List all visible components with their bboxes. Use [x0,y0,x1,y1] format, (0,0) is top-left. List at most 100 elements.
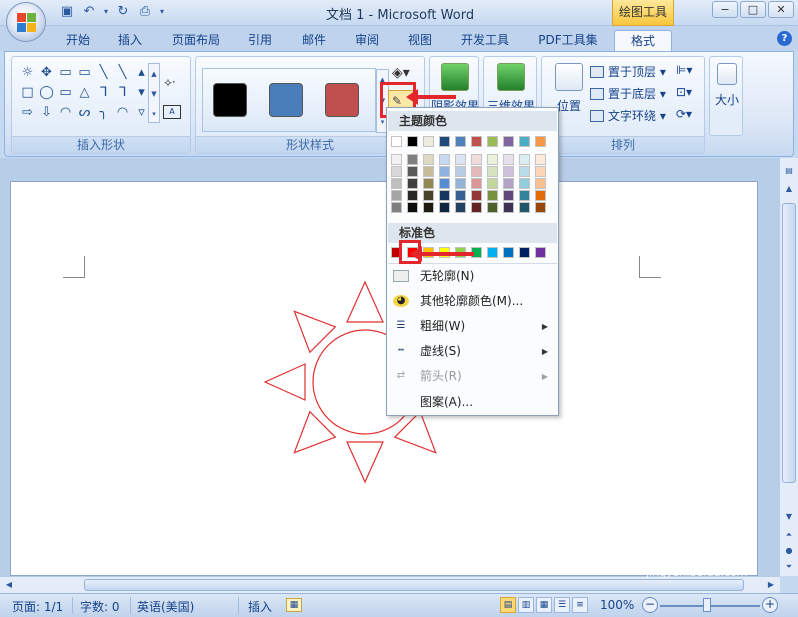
gallery-more-icon[interactable]: ▾ [149,104,159,124]
shape-option-icon[interactable]: ◠ [113,103,132,123]
standard-color-swatch[interactable] [487,247,498,258]
shape-option-icon[interactable]: ◯ [37,83,56,103]
theme-color-shade-swatch[interactable] [535,190,546,201]
gallery-down-icon[interactable]: ▼ [149,84,159,104]
sun-ray[interactable] [346,280,384,323]
theme-color-shade-swatch[interactable] [423,190,434,201]
status-insert-mode[interactable]: 插入 [248,598,272,615]
style-swatch-black[interactable] [213,83,247,117]
shape-option-icon[interactable]: ⇩ [37,103,56,123]
theme-color-shade-swatch[interactable] [455,166,466,177]
horizontal-scroll-thumb[interactable] [84,579,744,591]
sun-ray[interactable] [293,410,337,454]
sun-ray[interactable] [263,363,306,401]
theme-color-shade-swatch[interactable] [503,178,514,189]
tab-page-layout[interactable]: 页面布局 [166,30,226,51]
theme-color-shade-swatch[interactable] [423,154,434,165]
status-language[interactable]: 英语(美国) [137,598,194,615]
sun-ray[interactable] [293,310,337,354]
theme-color-shade-swatch[interactable] [439,166,450,177]
weight-item[interactable]: ☰ 粗细(W) ▶ [388,314,557,339]
theme-color-swatch[interactable] [455,136,466,147]
text-wrap-button[interactable]: 文字环绕 ▾ [590,107,666,124]
tab-references[interactable]: 引用 [240,30,280,51]
theme-color-swatch[interactable] [519,136,530,147]
tab-format[interactable]: 格式 [614,30,672,51]
theme-color-shade-swatch[interactable] [439,202,450,213]
document-page[interactable] [10,181,758,576]
theme-color-shade-swatch[interactable] [439,154,450,165]
tab-developer[interactable]: 开发工具 [452,30,518,51]
zoom-slider-thumb[interactable] [703,598,711,612]
undo-dropdown-icon[interactable]: ▾ [102,4,110,20]
shape-option-icon[interactable]: △ [75,83,94,103]
shape-option-icon[interactable]: ▭ [56,63,75,83]
shape-option-icon[interactable]: ᔕ [75,103,94,123]
group-objects-icon[interactable]: ⊡▾ [676,85,692,99]
no-outline-item[interactable]: 无轮廓(N) [388,264,557,289]
theme-color-shade-swatch[interactable] [439,190,450,201]
tab-insert[interactable]: 插入 [110,30,150,51]
shape-option-icon[interactable]: ᒣ [113,83,132,103]
vertical-scroll-thumb[interactable] [782,203,796,483]
shape-option-icon[interactable]: ╲ [113,63,132,83]
edit-shape-icon[interactable]: ⟡· [164,75,176,90]
theme-color-shade-swatch[interactable] [519,166,530,177]
theme-color-swatch[interactable] [423,136,434,147]
scroll-right-icon[interactable]: ▶ [764,578,778,592]
theme-color-shade-swatch[interactable] [487,202,498,213]
tab-review[interactable]: 审阅 [347,30,387,51]
shapes-gallery[interactable]: ☼ ✥ ▭ ▭ ╲ ╲ ▴ □ ◯ ▭ △ ᒣ ᒣ ▾ ⇨ ⇩ ◠ ᔕ ╮ ◠ ▿ [18,63,152,123]
shape-option-icon[interactable]: ╮ [94,103,113,123]
theme-color-shade-swatch[interactable] [455,190,466,201]
theme-color-shade-swatch[interactable] [423,178,434,189]
theme-color-shade-swatch[interactable] [407,166,418,177]
shape-fill-icon[interactable]: ◈▾ [392,65,410,81]
macro-record-icon[interactable]: ▦ [286,598,302,612]
status-word-count[interactable]: 字数: 0 [80,598,120,615]
standard-color-swatch[interactable] [503,247,514,258]
shape-option-icon[interactable]: ▭ [56,83,75,103]
theme-color-shade-swatch[interactable] [471,190,482,201]
standard-color-swatch[interactable] [519,247,530,258]
theme-color-shade-swatch[interactable] [487,178,498,189]
theme-color-shade-swatch[interactable] [423,166,434,177]
theme-color-swatch[interactable] [535,136,546,147]
maximize-button[interactable]: □ [740,1,766,18]
shape-option-icon[interactable]: ✥ [37,63,56,83]
undo-icon[interactable]: ↶ [80,4,98,20]
tab-view[interactable]: 视图 [400,30,440,51]
view-print-layout-icon[interactable]: ▤ [500,597,516,613]
tab-pdf-tools[interactable]: PDF工具集 [530,30,606,51]
browse-object-icon[interactable]: ● [782,544,796,558]
theme-color-shade-swatch[interactable] [407,154,418,165]
customize-qat-icon[interactable]: ▾ [158,4,166,20]
theme-color-swatch[interactable] [391,136,402,147]
tab-home[interactable]: 开始 [58,30,98,51]
dashes-item[interactable]: ┅ 虚线(S) ▶ [388,339,557,364]
theme-color-shade-swatch[interactable] [519,178,530,189]
theme-color-shade-swatch[interactable] [455,154,466,165]
view-outline-icon[interactable]: ☰ [554,597,570,613]
next-page-icon[interactable]: ⏷ [782,560,796,574]
theme-color-swatch[interactable] [487,136,498,147]
sun-ray[interactable] [393,410,437,454]
save-icon[interactable]: ▣ [58,4,76,20]
scroll-up-icon[interactable]: ▲ [782,182,796,196]
tab-mailings[interactable]: 邮件 [294,30,334,51]
theme-color-shade-swatch[interactable] [519,202,530,213]
theme-color-shade-swatch[interactable] [535,166,546,177]
status-page[interactable]: 页面: 1/1 [12,598,63,615]
theme-color-shade-swatch[interactable] [503,154,514,165]
theme-color-shade-swatch[interactable] [407,178,418,189]
theme-color-shade-swatch[interactable] [391,154,402,165]
theme-color-shade-swatch[interactable] [503,166,514,177]
theme-color-shade-swatch[interactable] [391,190,402,201]
close-button[interactable]: ✕ [768,1,794,18]
text-box-icon[interactable]: A [163,105,181,119]
theme-color-shade-swatch[interactable] [423,202,434,213]
vertical-scrollbar[interactable]: ▤ ▲ ▼ ⏶ ● ⏷ [779,158,798,576]
redo-icon[interactable]: ↻ [114,4,132,20]
theme-color-swatch[interactable] [471,136,482,147]
theme-color-shade-swatch[interactable] [519,154,530,165]
